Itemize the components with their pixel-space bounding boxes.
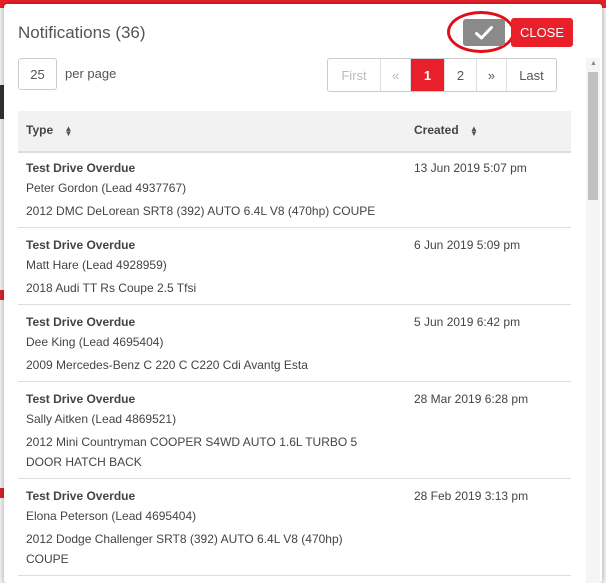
pagination-first[interactable]: First xyxy=(328,59,380,91)
notification-created: 28 Feb 2019 3:13 pm xyxy=(414,489,529,503)
column-header-created-label: Created xyxy=(414,123,459,137)
notification-vehicle: 2009 Mercedes-Benz C 220 C C220 Cdi Avan… xyxy=(26,358,308,372)
notification-type: Test Drive Overdue xyxy=(26,489,136,503)
scroll-up-icon[interactable]: ▲ xyxy=(590,60,597,67)
column-header-type-label: Type xyxy=(26,123,54,137)
notification-created: 28 Mar 2019 6:28 pm xyxy=(414,392,529,406)
table-row[interactable]: Test Drive Overdue Matt Hare (Lead 49289… xyxy=(18,228,571,305)
notification-vehicle: 2012 Mini Countryman COOPER S4WD AUTO 1.… xyxy=(26,435,358,469)
checkmark-icon xyxy=(475,25,493,39)
pagination: First « 1 2 » Last xyxy=(327,58,557,92)
pagination-next[interactable]: » xyxy=(476,59,506,91)
notification-created: 5 Jun 2019 6:42 pm xyxy=(414,315,521,329)
per-page-label: per page xyxy=(65,66,117,81)
mark-all-read-button[interactable] xyxy=(463,19,505,46)
notification-created: 6 Jun 2019 5:09 pm xyxy=(414,238,521,252)
column-header-type[interactable]: Type ▲ ▼ xyxy=(26,123,72,137)
notifications-modal: Notifications (36) CLOSE 25 per page Fir… xyxy=(4,4,602,583)
notification-type: Test Drive Overdue xyxy=(26,315,136,329)
notification-lead: Matt Hare (Lead 4928959) xyxy=(26,258,167,272)
notification-type: Test Drive Overdue xyxy=(26,238,136,252)
notification-type: Test Drive Overdue xyxy=(26,392,136,406)
close-button[interactable]: CLOSE xyxy=(511,18,573,47)
modal-title: Notifications (36) xyxy=(18,23,146,42)
notification-lead: Elona Peterson (Lead 4695404) xyxy=(26,509,197,523)
notification-type: Test Drive Overdue xyxy=(26,161,136,175)
scrollbar-thumb[interactable] xyxy=(588,72,598,200)
column-header-created[interactable]: Created ▲ ▼ xyxy=(414,123,478,137)
per-page-input[interactable]: 25 xyxy=(18,58,57,90)
pagination-last[interactable]: Last xyxy=(506,59,556,91)
table-row[interactable]: Test Drive Overdue Peter Gordon (Lead 49… xyxy=(18,151,571,228)
notification-lead: Sally Aitken (Lead 4869521) xyxy=(26,412,177,426)
pagination-page-2[interactable]: 2 xyxy=(444,59,476,91)
pagination-prev[interactable]: « xyxy=(380,59,410,91)
table-row[interactable]: Test Drive Overdue Dee King (Lead 469540… xyxy=(18,305,571,382)
notification-lead: Peter Gordon (Lead 4937767) xyxy=(26,181,187,195)
table-header: Type ▲ ▼ Created ▲ ▼ xyxy=(18,111,571,153)
sort-icon: ▲ ▼ xyxy=(470,123,478,138)
pagination-page-1[interactable]: 1 xyxy=(410,59,444,91)
table-row[interactable]: Test Drive Overdue Elona Peterson (Lead … xyxy=(18,479,571,576)
notification-vehicle: 2018 Audi TT Rs Coupe 2.5 Tfsi xyxy=(26,281,197,295)
notification-vehicle: 2012 DMC DeLorean SRT8 (392) AUTO 6.4L V… xyxy=(26,204,376,218)
table-row[interactable]: Test Drive Overdue Sally Aitken (Lead 48… xyxy=(18,382,571,479)
notification-lead: Dee King (Lead 4695404) xyxy=(26,335,164,349)
notifications-table-body: Test Drive Overdue Peter Gordon (Lead 49… xyxy=(18,151,571,576)
notification-created: 13 Jun 2019 5:07 pm xyxy=(414,161,527,175)
notification-vehicle: 2012 Dodge Challenger SRT8 (392) AUTO 6.… xyxy=(26,532,343,566)
sort-icon: ▲ ▼ xyxy=(64,123,73,138)
